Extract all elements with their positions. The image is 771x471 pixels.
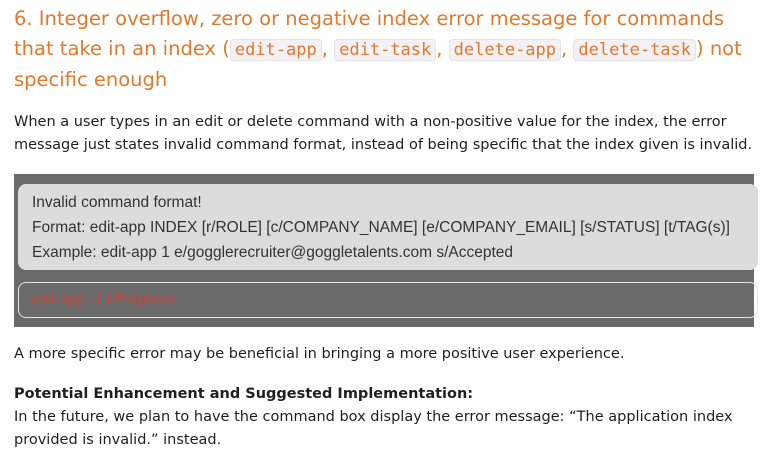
heading-separator: , [321,37,335,60]
result-display: Invalid command format! Format: edit-app… [18,184,758,270]
result-line-error: Invalid command format! [32,194,202,211]
code-edit-app: edit-app [229,39,322,61]
heading-separator: , [436,37,449,60]
section-heading: 6. Integer overflow, zero or negative in… [14,4,759,95]
description-paragraph: When a user types in an edit or delete c… [14,114,753,153]
code-delete-app: delete-app [448,39,562,61]
result-line-example: Example: edit-app 1 e/gogglerecruiter@go… [32,244,514,261]
command-input: edit-app -1 r/Engineer [18,282,758,318]
code-edit-task: edit-task [334,39,437,61]
app-screenshot: Invalid command format! Format: edit-app… [14,174,758,327]
result-line-format: Format: edit-app INDEX [r/ROLE] [c/COMPA… [32,219,730,236]
enhancement-section: Potential Enhancement and Suggested Impl… [14,383,759,452]
benefit-paragraph: A more specific error may be beneficial … [14,346,625,362]
heading-separator: , [561,37,574,60]
enhancement-body: In the future, we plan to have the comma… [14,409,733,448]
enhancement-title: Potential Enhancement and Suggested Impl… [14,386,474,402]
code-delete-task: delete-task [573,39,697,61]
